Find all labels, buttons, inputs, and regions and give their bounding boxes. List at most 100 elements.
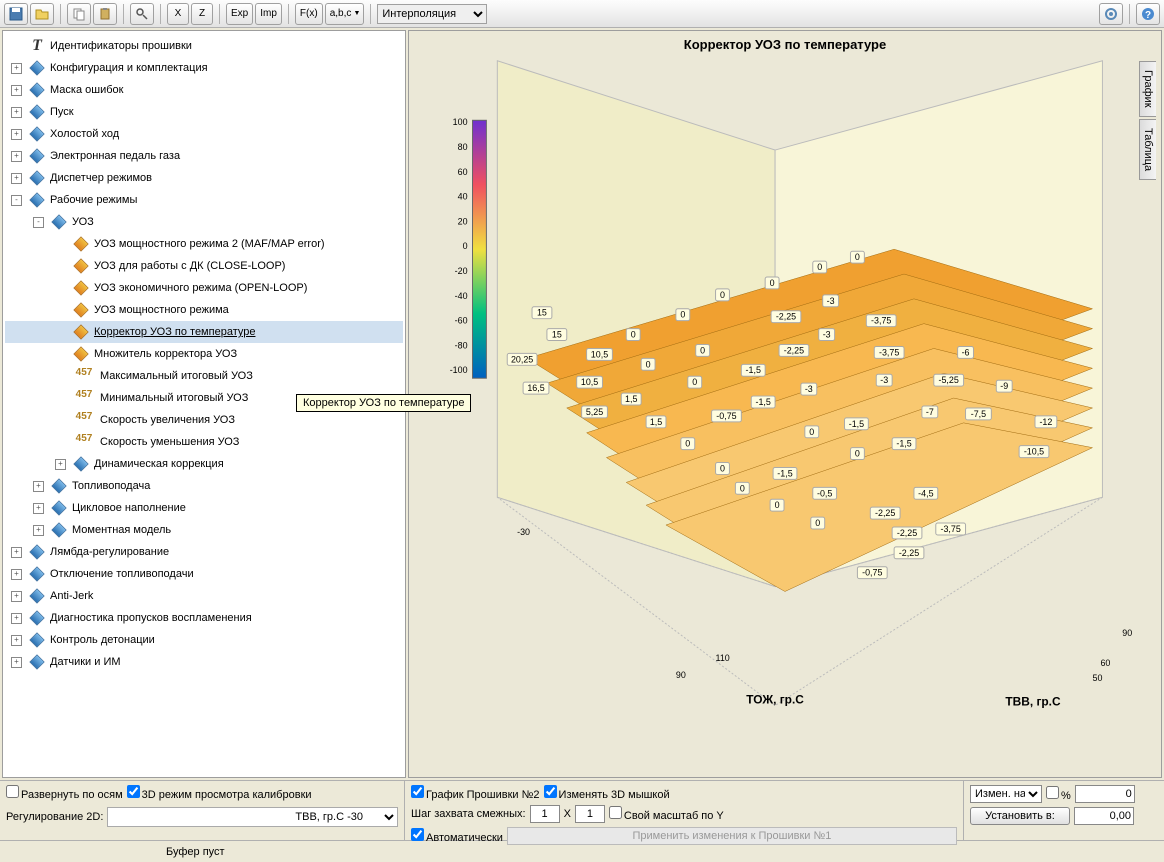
tree-item[interactable]: +Датчики и ИМ	[5, 651, 403, 673]
diamond-icon	[29, 566, 44, 581]
change-by-combo[interactable]: Измен. на:	[970, 785, 1042, 803]
tree-item[interactable]: УОЗ для работы с ДК (CLOSE-LOOP)	[5, 255, 403, 277]
help-button[interactable]: ?	[1136, 3, 1160, 25]
percent-check[interactable]: %	[1046, 786, 1071, 802]
tree-expander[interactable]: +	[11, 613, 22, 624]
paste-button[interactable]	[93, 3, 117, 25]
tree-item[interactable]: +Электронная педаль газа	[5, 145, 403, 167]
tree-item[interactable]: +Пуск	[5, 101, 403, 123]
expand-axes-check[interactable]: Развернуть по осям	[6, 785, 123, 801]
tree-item[interactable]: + Контроль детонации	[5, 629, 403, 651]
tree-item[interactable]: Корректор УОЗ по температуре	[5, 321, 403, 343]
tree-item[interactable]: +Лямбда-регулирование	[5, 541, 403, 563]
own-scale-y-check[interactable]: Свой масштаб по Y	[609, 806, 724, 822]
tree-item[interactable]: УОЗ мощностного режима 2 (MAF/MAP error)	[5, 233, 403, 255]
axis-z-button[interactable]: Z	[191, 3, 213, 25]
step-x-input[interactable]	[530, 805, 560, 823]
tree-expander[interactable]: +	[11, 657, 22, 668]
tree-item[interactable]: -Рабочие режимы	[5, 189, 403, 211]
tree-expander[interactable]: +	[11, 63, 22, 74]
tree-item[interactable]: +Топливоподача	[5, 475, 403, 497]
svg-text:0: 0	[770, 278, 775, 288]
svg-text:-0,75: -0,75	[716, 411, 736, 421]
change-3d-mouse-check[interactable]: Изменять 3D мышкой	[544, 785, 670, 801]
tree-expander[interactable]: +	[33, 503, 44, 514]
import-button[interactable]: Imp	[255, 3, 282, 25]
tree-item[interactable]: 457Максимальный итоговый УОЗ	[5, 365, 403, 387]
svg-text:90: 90	[676, 670, 686, 680]
tree-expander	[55, 437, 66, 448]
find-button[interactable]	[130, 3, 154, 25]
tree-item[interactable]: -УОЗ	[5, 211, 403, 233]
tree-expander[interactable]: +	[11, 173, 22, 184]
set-to-input[interactable]	[1074, 807, 1134, 825]
mode-3d-check[interactable]: 3D режим просмотра калибровки	[127, 785, 312, 801]
tree-item[interactable]: 457Скорость увеличения УОЗ	[5, 409, 403, 431]
tab-table[interactable]: Таблица	[1139, 119, 1156, 180]
svg-text:1,5: 1,5	[625, 394, 637, 404]
tree-item-label: Холостой ход	[50, 128, 119, 140]
tree-expander[interactable]: +	[11, 547, 22, 558]
diamond-icon	[29, 170, 44, 185]
auto-check[interactable]: Автоматически	[411, 828, 503, 844]
tree-item[interactable]: +Диспетчер режимов	[5, 167, 403, 189]
tree-item[interactable]: +Диагностика пропусков воспламенения	[5, 607, 403, 629]
axis-x-button[interactable]: X	[167, 3, 189, 25]
tree-expander[interactable]: +	[11, 107, 22, 118]
settings-button[interactable]	[1099, 3, 1123, 25]
tree-item[interactable]: УОЗ экономичного режима (OPEN-LOOP)	[5, 277, 403, 299]
tree-expander[interactable]: -	[11, 195, 22, 206]
change-value-input[interactable]	[1075, 785, 1135, 803]
apply-changes-button[interactable]: Применить изменения к Прошивки №1	[507, 827, 957, 845]
svg-text:0: 0	[685, 439, 690, 449]
svg-text:90: 90	[1122, 628, 1132, 638]
tree-expander[interactable]: -	[33, 217, 44, 228]
tree-item[interactable]: +Конфигурация и комплектация	[5, 57, 403, 79]
svg-text:15: 15	[537, 308, 547, 318]
tree-expander[interactable]: +	[11, 569, 22, 580]
abc-dropdown[interactable]: a,b,c▼	[325, 3, 365, 25]
tree-item[interactable]: +Anti-Jerk	[5, 585, 403, 607]
save-button[interactable]	[4, 3, 28, 25]
open-button[interactable]	[30, 3, 54, 25]
tree-expander[interactable]: +	[11, 151, 22, 162]
copy-button[interactable]	[67, 3, 91, 25]
tree-expander[interactable]: +	[11, 591, 22, 602]
tree-item[interactable]: +Цикловое наполнение	[5, 497, 403, 519]
svg-text:-3: -3	[880, 375, 888, 385]
tree-item-label: Контроль детонации	[50, 634, 155, 646]
tab-graph[interactable]: График	[1139, 61, 1156, 117]
tree-item[interactable]: УОЗ мощностного режима	[5, 299, 403, 321]
tree-expander[interactable]: +	[11, 129, 22, 140]
chart-3d-surface[interactable]: 100 80 60 40 20 0 -20 -40 -60 -80 -100	[409, 31, 1161, 777]
svg-text:-20: -20	[455, 266, 468, 276]
tree-item[interactable]: +Маска ошибок	[5, 79, 403, 101]
fx-button[interactable]: F(x)	[295, 3, 323, 25]
tree-expander[interactable]: +	[55, 459, 66, 470]
set-to-button[interactable]: Установить в:	[970, 807, 1070, 825]
svg-text:-6: -6	[962, 347, 970, 357]
reg-2d-combo[interactable]: ТВВ, гр.С -30	[107, 807, 398, 827]
diamond-icon	[29, 192, 44, 207]
diamond-icon	[29, 588, 44, 603]
svg-text:-1,5: -1,5	[896, 439, 911, 449]
tree-item[interactable]: 457Скорость уменьшения УОЗ	[5, 431, 403, 453]
tree-expander[interactable]: +	[11, 85, 22, 96]
tree-expander[interactable]: +	[11, 635, 22, 646]
tree-item-label: Динамическая коррекция	[94, 458, 224, 470]
tree-item[interactable]: Множитель корректора УОЗ	[5, 343, 403, 365]
tree-expander[interactable]: +	[33, 525, 44, 536]
tree-item[interactable]: + Холостой ход	[5, 123, 403, 145]
step-y-input[interactable]	[575, 805, 605, 823]
tree-expander[interactable]: +	[33, 481, 44, 492]
tree-item[interactable]: +Отключение топливоподачи	[5, 563, 403, 585]
graph-fw2-check[interactable]: График Прошивки №2	[411, 785, 540, 801]
export-button[interactable]: Exp	[226, 3, 253, 25]
interpolation-select[interactable]: Интерполяция	[377, 4, 487, 24]
tree-item[interactable]: + Динамическая коррекция	[5, 453, 403, 475]
tree-item[interactable]: TИдентификаторы прошивки	[5, 35, 403, 57]
svg-text:15: 15	[552, 330, 562, 340]
svg-text:-7: -7	[926, 407, 934, 417]
svg-text:-1,5: -1,5	[746, 365, 761, 375]
tree-item[interactable]: +Моментная модель	[5, 519, 403, 541]
